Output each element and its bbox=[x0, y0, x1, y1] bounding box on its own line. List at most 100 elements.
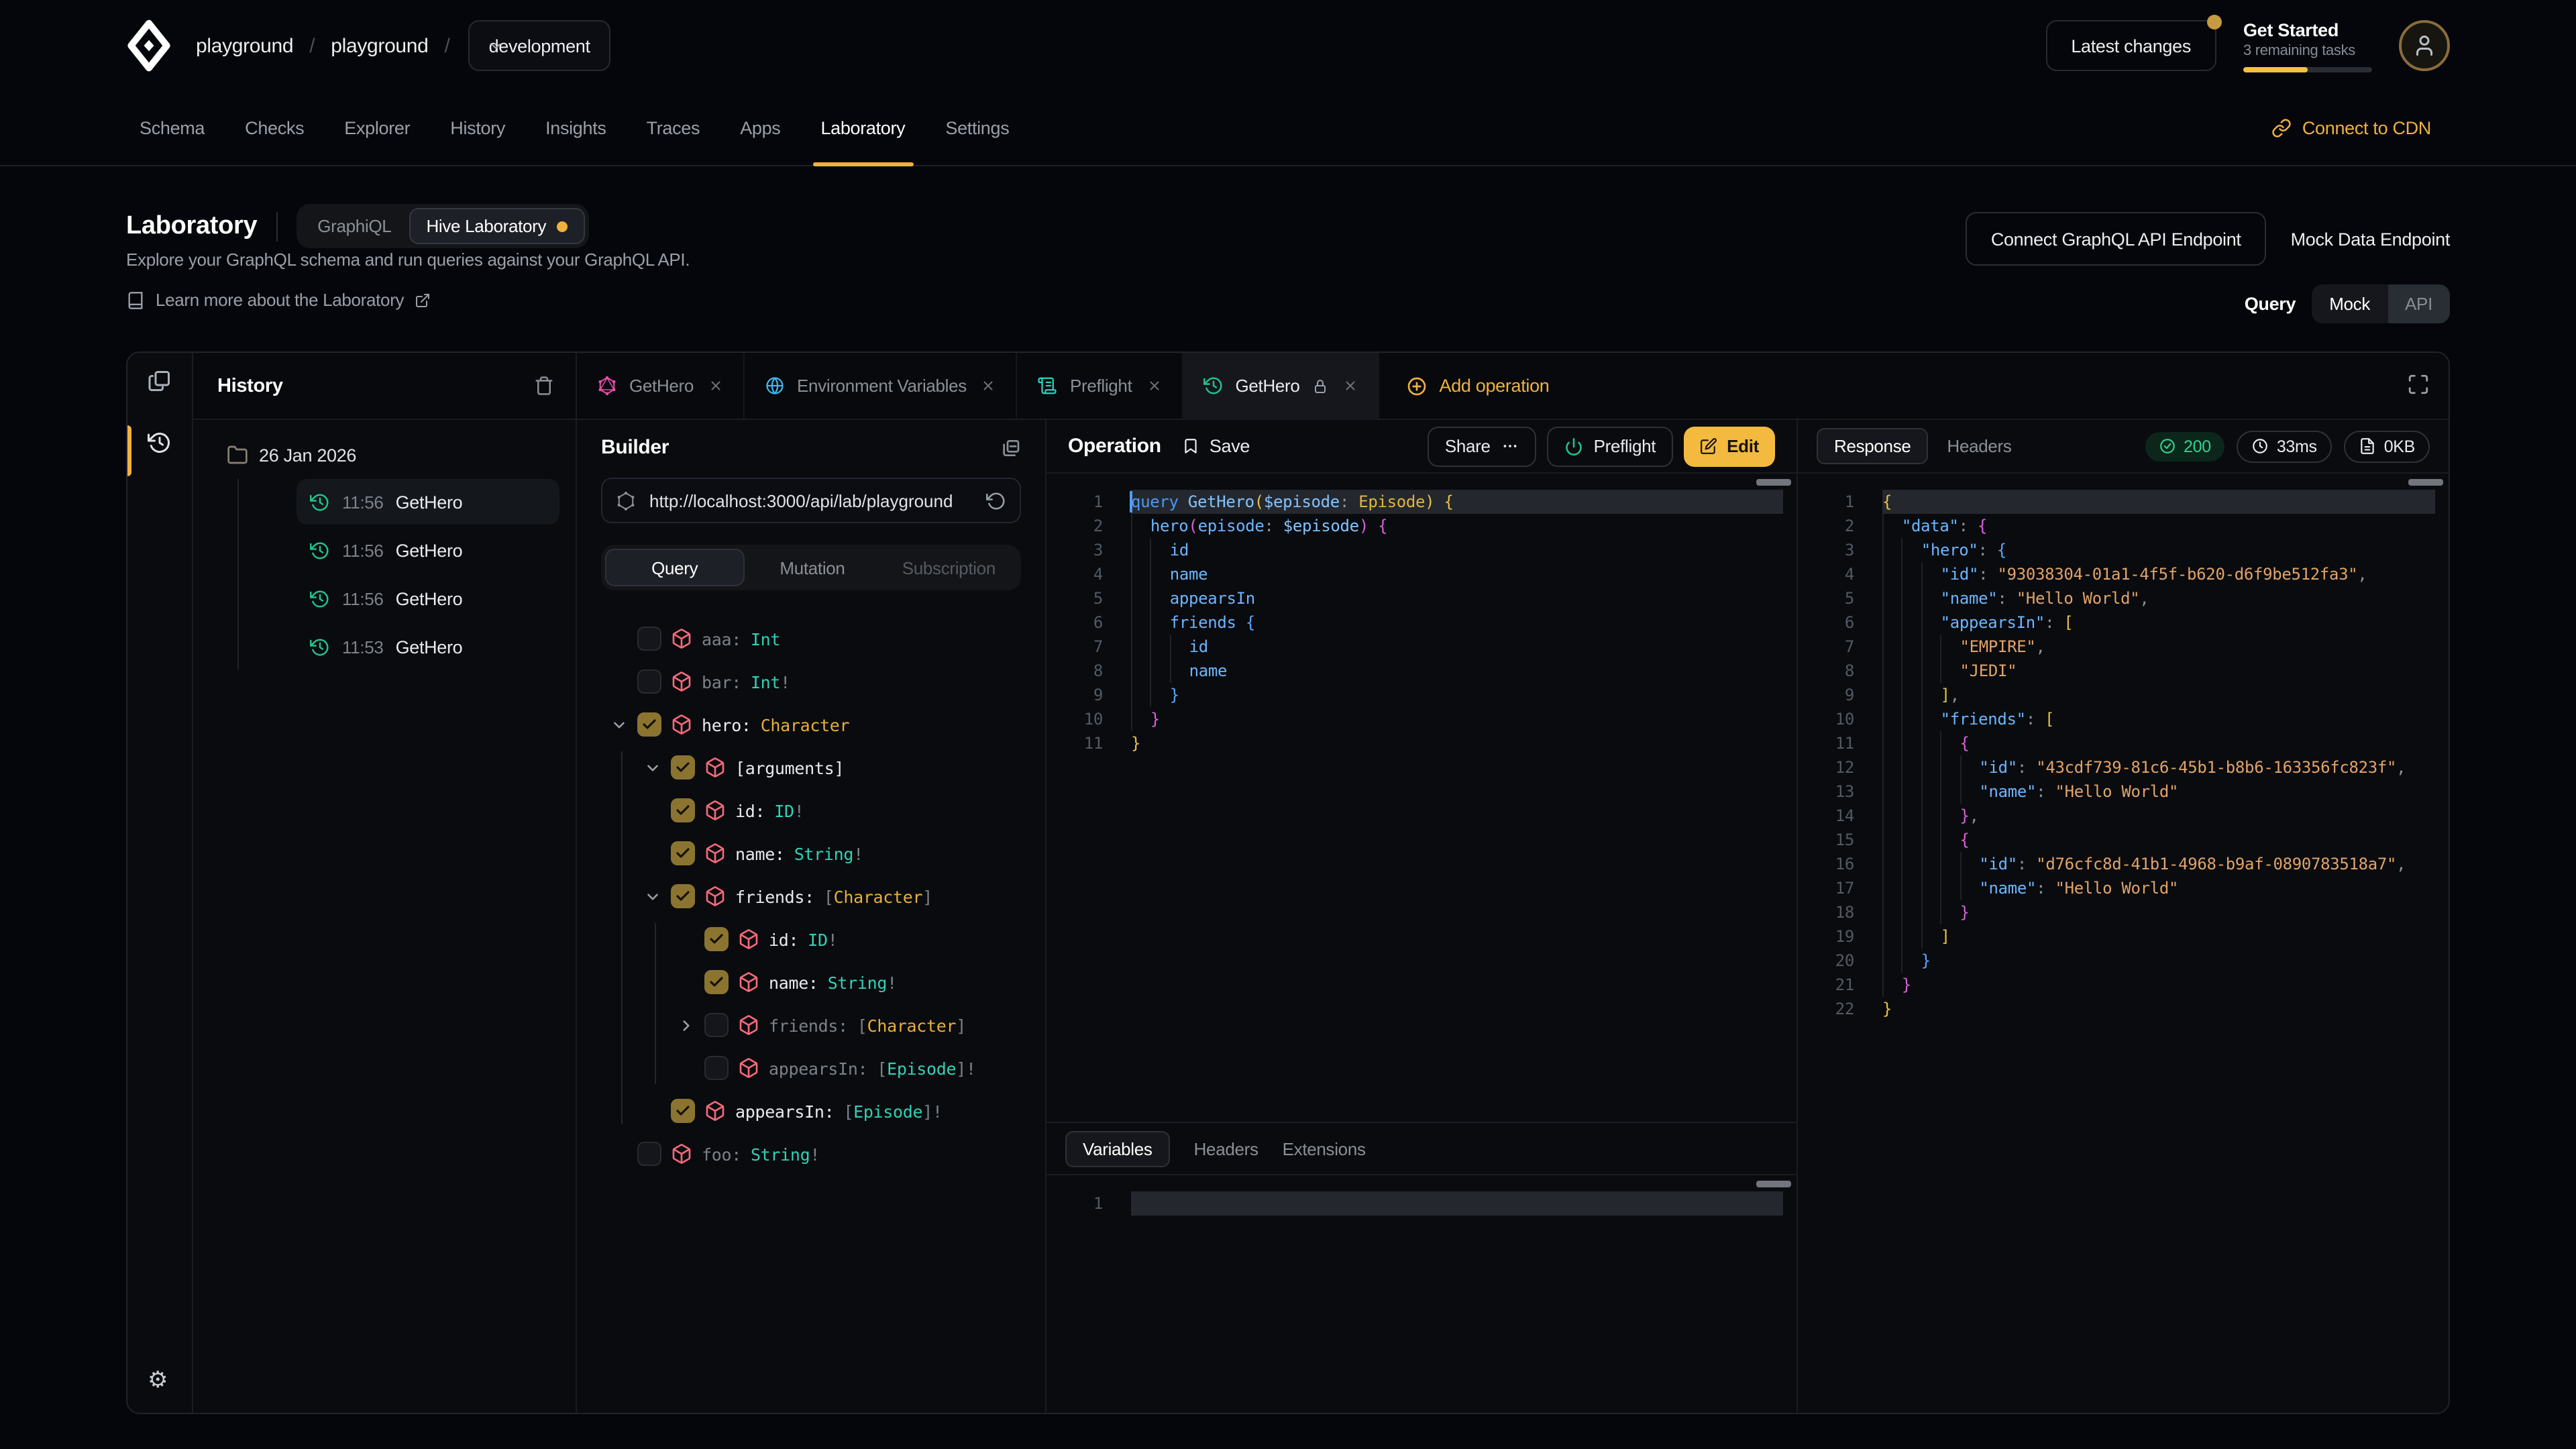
preflight-button[interactable]: Preflight bbox=[1547, 426, 1674, 466]
fullscreen-icon[interactable] bbox=[2407, 373, 2430, 396]
collections-icon[interactable] bbox=[148, 369, 172, 393]
trash-icon[interactable] bbox=[534, 376, 554, 396]
field-checkbox[interactable] bbox=[704, 970, 729, 994]
line-number: 5 bbox=[1798, 586, 1854, 610]
builder-field-appearsIn[interactable]: appearsIn:[Episode]! bbox=[601, 1046, 1021, 1089]
field-name: id: bbox=[735, 800, 765, 820]
field-checkbox[interactable] bbox=[671, 1099, 695, 1123]
connect-to-cdn-link[interactable]: Connect to CDN bbox=[2271, 91, 2431, 165]
builder-field-id[interactable]: id:ID! bbox=[601, 918, 1021, 961]
tab-response[interactable]: Response bbox=[1817, 428, 1929, 464]
connect-endpoint-button[interactable]: Connect GraphQL API Endpoint bbox=[1966, 212, 2267, 266]
scrollbar-thumb[interactable] bbox=[1756, 479, 1791, 486]
save-button[interactable]: Save bbox=[1183, 436, 1250, 456]
field-checkbox[interactable] bbox=[704, 1013, 729, 1037]
tab-gethero-active[interactable]: GetHero bbox=[1183, 353, 1379, 419]
nav-tab-laboratory[interactable]: Laboratory bbox=[820, 91, 905, 165]
history-rail-icon[interactable] bbox=[148, 431, 172, 455]
code-line: 5"name": "Hello World", bbox=[1798, 586, 2449, 610]
builder-field-hero[interactable]: hero:Character bbox=[601, 703, 1021, 746]
nav-tab-traces[interactable]: Traces bbox=[647, 91, 700, 165]
mode-option-hive-laboratory[interactable]: Hive Laboratory bbox=[409, 208, 585, 244]
refresh-icon[interactable] bbox=[986, 490, 1006, 511]
response-editor[interactable]: 1{2"data": {3"hero": {4"id": "93038304-0… bbox=[1798, 474, 2449, 1413]
chevron-right-icon[interactable] bbox=[678, 1016, 695, 1034]
edit-button[interactable]: Edit bbox=[1684, 426, 1775, 466]
user-avatar[interactable] bbox=[2399, 20, 2450, 71]
field-checkbox[interactable] bbox=[637, 627, 661, 651]
close-icon[interactable] bbox=[1147, 378, 1162, 393]
nav-tab-settings[interactable]: Settings bbox=[945, 91, 1009, 165]
chevron-down-icon[interactable] bbox=[644, 759, 661, 776]
nav-tab-insights[interactable]: Insights bbox=[545, 91, 606, 165]
field-checkbox[interactable] bbox=[671, 798, 695, 822]
get-started-widget[interactable]: Get Started 3 remaining tasks bbox=[2243, 19, 2372, 72]
field-checkbox[interactable] bbox=[704, 927, 729, 951]
builder-field-name[interactable]: name:String! bbox=[601, 832, 1021, 875]
breadcrumb-org[interactable]: playground bbox=[196, 34, 293, 57]
field-checkbox[interactable] bbox=[637, 712, 661, 737]
history-date-group[interactable]: 26 Jan 2026 bbox=[227, 436, 559, 474]
builder-field-friends[interactable]: friends:[Character] bbox=[601, 875, 1021, 918]
tab-gethero-1[interactable]: GetHero bbox=[577, 353, 745, 419]
field-checkbox[interactable] bbox=[637, 669, 661, 694]
tab-extensions[interactable]: Extensions bbox=[1283, 1138, 1366, 1159]
history-entry[interactable]: 11:53GetHero bbox=[297, 624, 559, 669]
builder-field-appearsIn[interactable]: appearsIn:[Episode]! bbox=[601, 1089, 1021, 1132]
nav-tab-checks[interactable]: Checks bbox=[245, 91, 304, 165]
tab-environment-variables[interactable]: Environment Variables bbox=[745, 353, 1018, 419]
scrollbar-thumb[interactable] bbox=[2408, 479, 2443, 486]
scrollbar-thumb[interactable] bbox=[1756, 1181, 1791, 1187]
hive-logo-icon[interactable] bbox=[126, 19, 172, 72]
get-started-progress bbox=[2243, 66, 2372, 72]
field-checkbox[interactable] bbox=[671, 755, 695, 780]
nav-tab-history[interactable]: History bbox=[450, 91, 505, 165]
chevron-down-icon[interactable] bbox=[644, 888, 661, 905]
more-dots-icon[interactable] bbox=[1501, 437, 1519, 455]
tab-preflight[interactable]: Preflight bbox=[1018, 353, 1183, 419]
env-option-mock[interactable]: Mock bbox=[2312, 284, 2387, 323]
query-editor[interactable]: 1query GetHero($episode: Episode) {2hero… bbox=[1046, 474, 1796, 1122]
history-entry[interactable]: 11:56GetHero bbox=[297, 576, 559, 621]
add-operation-button[interactable]: Add operation bbox=[1379, 353, 1576, 419]
history-entry[interactable]: 11:56GetHero bbox=[297, 527, 559, 573]
op-type-mutation[interactable]: Mutation bbox=[744, 549, 880, 586]
builder-field-aaa[interactable]: aaa:Int bbox=[601, 617, 1021, 660]
target-selector[interactable]: development bbox=[469, 20, 610, 71]
op-type-subscription[interactable]: Subscription bbox=[881, 549, 1017, 586]
share-button[interactable]: Share bbox=[1428, 426, 1536, 466]
op-type-query[interactable]: Query bbox=[605, 549, 744, 586]
close-icon[interactable] bbox=[708, 378, 723, 393]
chevron-down-icon[interactable] bbox=[610, 716, 628, 733]
latest-changes-button[interactable]: Latest changes bbox=[2045, 20, 2216, 71]
nav-tab-explorer[interactable]: Explorer bbox=[344, 91, 410, 165]
nav-tab-apps[interactable]: Apps bbox=[740, 91, 780, 165]
tab-headers[interactable]: Headers bbox=[1194, 1138, 1258, 1159]
variables-editor[interactable]: 1 bbox=[1046, 1175, 1796, 1413]
builder-field-bar[interactable]: bar:Int! bbox=[601, 660, 1021, 703]
breadcrumb-project[interactable]: playground bbox=[331, 34, 428, 57]
field-checkbox[interactable] bbox=[704, 1056, 729, 1080]
builder-field-arguments[interactable]: [arguments] bbox=[601, 746, 1021, 789]
gear-icon[interactable]: ⚙ bbox=[148, 1367, 168, 1394]
collapse-panel-icon[interactable] bbox=[1000, 437, 1021, 458]
nav-tab-schema[interactable]: Schema bbox=[140, 91, 205, 165]
builder-field-friends[interactable]: friends:[Character] bbox=[601, 1004, 1021, 1046]
history-entry[interactable]: 11:56GetHero bbox=[297, 479, 559, 525]
tab-variables[interactable]: Variables bbox=[1065, 1130, 1170, 1167]
field-checkbox[interactable] bbox=[671, 841, 695, 865]
close-icon[interactable] bbox=[981, 378, 996, 393]
field-checkbox[interactable] bbox=[637, 1142, 661, 1166]
builder-field-id[interactable]: id:ID! bbox=[601, 789, 1021, 832]
field-checkbox[interactable] bbox=[671, 884, 695, 908]
mode-option-graphiql[interactable]: GraphiQL bbox=[300, 208, 409, 244]
builder-field-name[interactable]: name:String! bbox=[601, 961, 1021, 1004]
env-option-api[interactable]: API bbox=[2387, 284, 2450, 323]
learn-more-link[interactable]: Learn more about the Laboratory bbox=[126, 290, 431, 310]
close-icon[interactable] bbox=[1343, 378, 1358, 393]
mock-endpoint-button[interactable]: Mock Data Endpoint bbox=[2291, 229, 2450, 249]
endpoint-url-input[interactable] bbox=[647, 489, 975, 512]
history-date-label: 26 Jan 2026 bbox=[259, 445, 356, 465]
tab-response-headers[interactable]: Headers bbox=[1947, 436, 2012, 456]
builder-field-foo[interactable]: foo:String! bbox=[601, 1132, 1021, 1175]
